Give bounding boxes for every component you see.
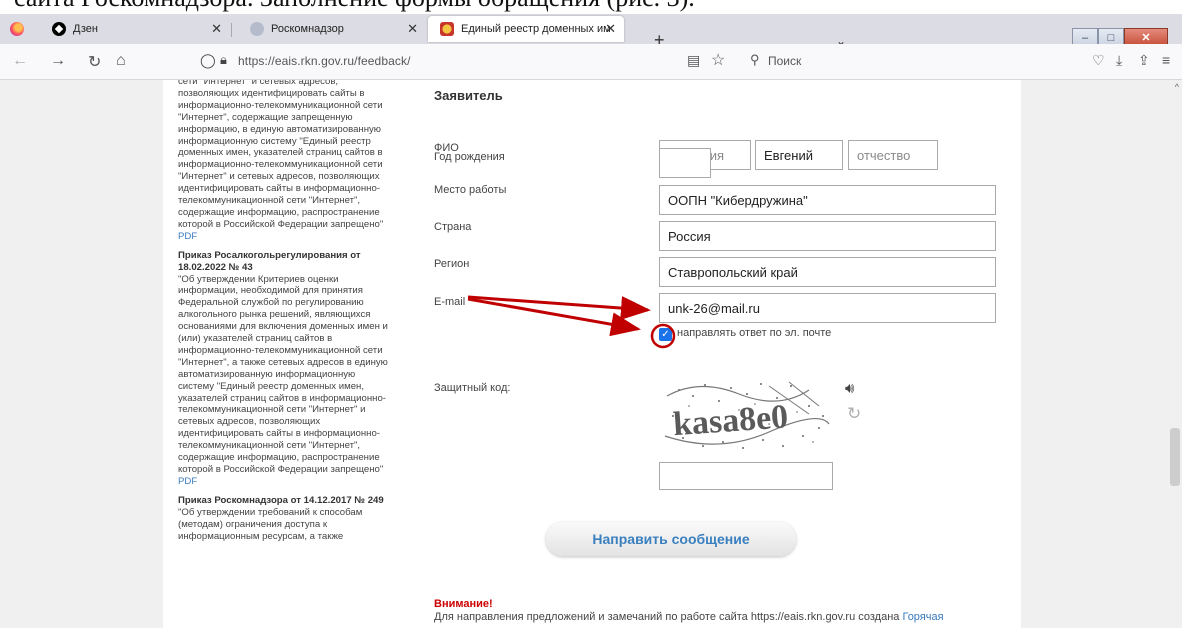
captcha-refresh-icon[interactable]: ↻	[847, 404, 861, 424]
site-feedback-notice: Для направления предложений и замечаний …	[434, 611, 944, 623]
home-icon[interactable]: ⌂	[116, 52, 126, 70]
tracking-shield-icon[interactable]: ◯	[200, 52, 216, 69]
caption-text: сайта Роскомнадзора. Заполнение формы об…	[14, 0, 695, 13]
document-item: Приказ Роскомнадзора от 14.12.2017 № 249…	[178, 495, 390, 543]
tab-dzen[interactable]: Дзен ✕	[34, 16, 230, 42]
birth-year-label: Год рождения	[434, 151, 505, 163]
tab-eais-active[interactable]: Единый реестр доменных име ✕	[428, 16, 624, 42]
document-description: "Об утверждении требований к способам (м…	[178, 506, 363, 542]
document-item: Приказ Росалкогольрегулирования от 18.02…	[178, 250, 390, 488]
captcha-input[interactable]	[659, 462, 833, 490]
rkn-icon	[250, 22, 264, 36]
back-arrow-icon[interactable]: ←	[12, 52, 28, 70]
scroll-up-arrow-icon[interactable]: ^	[1175, 82, 1179, 92]
name-field[interactable]: Евгений	[755, 140, 843, 170]
page-viewport: сети "Интернет" и сетевых адресов, позво…	[0, 80, 1182, 628]
notice-text: Для направления предложений и замечаний …	[434, 611, 900, 623]
document-description: сети "Интернет" и сетевых адресов, позво…	[178, 80, 384, 230]
url-text[interactable]: https://eais.rkn.gov.ru/feedback/	[238, 54, 411, 68]
submit-message-button[interactable]: Направить сообщение	[546, 522, 796, 556]
search-placeholder: Поиск	[768, 54, 802, 68]
search-icon: ⚲	[750, 52, 760, 67]
captcha-graphic: kasa8e0	[664, 381, 830, 449]
warning-title: Внимание!	[434, 598, 493, 610]
close-icon[interactable]: ✕	[605, 21, 616, 37]
captcha-text: kasa8e0	[672, 398, 790, 443]
feedback-form: Заявитель ФИО фамилия Евгений отчество Г…	[433, 80, 1018, 628]
download-icon[interactable]: ⤓	[1116, 52, 1122, 69]
workplace-field[interactable]: ООПН "Кибердружина"	[659, 185, 996, 215]
navigation-toolbar: ← → ↻ ⌂ ◯ 🔒︎ https://eais.rkn.gov.ru/fee…	[0, 44, 1182, 80]
pdf-link[interactable]: PDF	[178, 231, 197, 242]
tab-bar: Дзен ✕ Роскомнадзор ✕ Единый реестр доме…	[0, 14, 1182, 50]
reply-by-email-label[interactable]: направлять ответ по эл. почте	[677, 327, 831, 339]
hamburger-menu-icon[interactable]: ≡	[1162, 52, 1170, 68]
email-field[interactable]: unk-26@mail.ru	[659, 293, 996, 323]
scroll-thumb[interactable]	[1170, 428, 1180, 486]
caption-fragment: сайта Роскомнадзора. Заполнение формы об…	[0, 0, 1182, 14]
lock-icon[interactable]: 🔒︎	[220, 52, 227, 68]
region-label: Регион	[434, 258, 470, 270]
documents-sidebar: сети "Интернет" и сетевых адресов, позво…	[178, 80, 390, 549]
pocket-icon[interactable]: ♡	[1092, 52, 1105, 69]
patronymic-field[interactable]: отчество	[848, 140, 938, 170]
reload-icon[interactable]: ↻	[88, 52, 101, 72]
forward-arrow-icon[interactable]: →	[50, 52, 66, 70]
workplace-label: Место работы	[434, 184, 507, 196]
captcha-label: Защитный код:	[434, 382, 511, 394]
captcha-image: kasa8e0	[659, 376, 835, 456]
reader-view-icon[interactable]: ▤	[687, 52, 700, 69]
hotline-link[interactable]: Горячая	[902, 611, 943, 623]
tab-roskomnadzor[interactable]: Роскомнадзор ✕	[232, 16, 426, 42]
applicant-section-title: Заявитель	[434, 88, 503, 103]
country-field[interactable]: Россия	[659, 221, 996, 251]
region-field[interactable]: Ставропольский край	[659, 257, 996, 287]
firefox-logo-icon[interactable]	[10, 22, 24, 36]
document-item: сети "Интернет" и сетевых адресов, позво…	[178, 80, 390, 243]
document-description: "Об утверждении Критериев оценки информа…	[178, 273, 388, 476]
tab-label: Роскомнадзор	[271, 23, 344, 35]
page-container: сети "Интернет" и сетевых адресов, позво…	[163, 80, 1021, 628]
country-label: Страна	[434, 221, 472, 233]
page-scrollbar[interactable]: ^	[1168, 80, 1182, 628]
reply-by-email-checkbox[interactable]: ✓	[659, 328, 672, 341]
eagle-icon	[440, 22, 454, 36]
close-icon[interactable]: ✕	[407, 21, 418, 37]
birth-year-field[interactable]	[659, 148, 711, 178]
bookmark-star-icon[interactable]: ☆	[711, 50, 725, 70]
search-input[interactable]: ⚲ Поиск	[742, 51, 1028, 73]
address-bar[interactable]: ◯ 🔒︎ https://eais.rkn.gov.ru/feedback/ ▤…	[182, 49, 830, 75]
share-icon[interactable]: ⇪	[1138, 52, 1150, 69]
tab-label: Дзен	[73, 23, 98, 35]
email-label: E-mail	[434, 296, 466, 308]
document-title[interactable]: Приказ Росалкогольрегулирования от 18.02…	[178, 250, 390, 274]
close-icon[interactable]: ✕	[211, 21, 222, 37]
captcha-audio-icon[interactable]: 🔊︎	[845, 380, 854, 397]
tab-label: Единый реестр доменных име	[461, 23, 611, 35]
document-title[interactable]: Приказ Роскомнадзора от 14.12.2017 № 249	[178, 495, 390, 507]
dzen-icon	[52, 22, 66, 36]
pdf-link[interactable]: PDF	[178, 476, 197, 487]
